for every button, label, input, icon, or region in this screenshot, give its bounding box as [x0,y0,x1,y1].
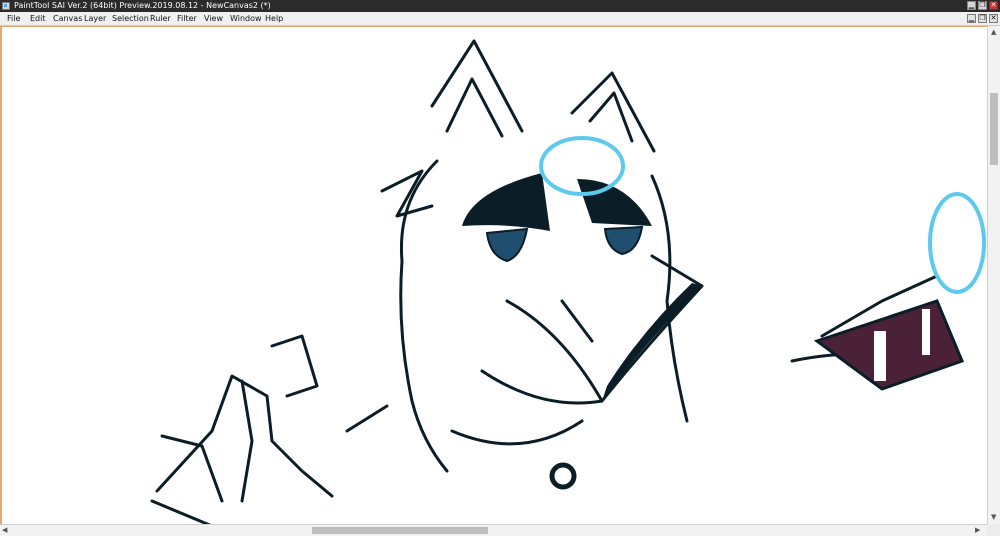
drawing-canvas[interactable] [0,26,987,524]
hand-stroke-4 [270,334,319,398]
menu-layer[interactable]: Layer [84,12,106,25]
hand-stroke-2 [160,434,224,503]
scroll-up-icon[interactable]: ▲ [991,27,996,37]
menu-selection[interactable]: Selection [112,12,149,25]
horizontal-scrollbar[interactable]: ◀ ▶ [0,524,987,536]
document-minimize-button[interactable]: ▁ [967,14,976,23]
right-character-tooth-2 [922,309,930,355]
restore-icon: ❐ [979,14,986,22]
left-brow-fill [462,173,550,231]
chest-line [345,404,389,433]
menu-edit[interactable]: Edit [30,12,46,25]
snout-line [480,369,604,405]
right-eye [603,225,644,256]
scroll-down-icon[interactable]: ▼ [991,512,996,522]
menu-file[interactable]: File [7,12,20,25]
minimize-icon: ▁ [968,1,975,9]
scroll-right-icon[interactable]: ▶ [975,525,980,535]
document-controls: ▁ ❐ ✕ [967,14,998,23]
close-button[interactable]: ✕ [989,1,998,10]
title-bar: PaintTool SAI Ver.2 (64bit) Preview.2019… [0,0,1000,12]
canvas-frame: ▲ ▼ ◀ ▶ [0,26,1000,536]
artwork-sketch [150,39,986,524]
collar-stroke [450,419,584,446]
window-title: PaintTool SAI Ver.2 (64bit) Preview.2019… [14,1,271,10]
hand-stroke-3 [240,379,254,503]
right-character-tooth-1 [874,331,886,381]
left-eye [485,227,529,263]
menu-bar: File Edit Canvas Layer Selection Ruler F… [0,12,1000,26]
halo-right [928,192,986,294]
app-icon [2,2,10,10]
menu-filter[interactable]: Filter [177,12,197,25]
collar-bell [549,462,577,490]
vertical-scroll-thumb[interactable] [990,93,998,165]
snout-stroke [505,254,704,403]
vertical-scrollbar[interactable]: ▲ ▼ [987,26,1000,524]
menu-window[interactable]: Window [230,12,262,25]
close-icon: ✕ [990,14,997,22]
scroll-left-icon[interactable]: ◀ [2,525,7,535]
minimize-button[interactable]: ▁ [967,1,976,10]
restore-icon: ❐ [979,1,986,9]
horizontal-scroll-thumb[interactable] [312,527,488,534]
hand-stroke-5 [150,499,212,524]
document-restore-button[interactable]: ❐ [978,14,987,23]
document-close-button[interactable]: ✕ [989,14,998,23]
menu-canvas[interactable]: Canvas [53,12,82,25]
scrollbar-corner [987,524,1000,536]
menu-ruler[interactable]: Ruler [150,12,171,25]
restore-button[interactable]: ❐ [978,1,987,10]
menu-view[interactable]: View [204,12,223,25]
mouth-stroke [560,299,594,343]
close-icon: ✕ [990,1,997,9]
window-controls: ▁ ❐ ✕ [967,1,998,10]
right-brow-fill [577,179,652,226]
minimize-icon: ▁ [968,14,975,22]
menu-help[interactable]: Help [265,12,283,25]
right-character-mouth [813,299,964,391]
left-ear-inner [445,77,504,138]
